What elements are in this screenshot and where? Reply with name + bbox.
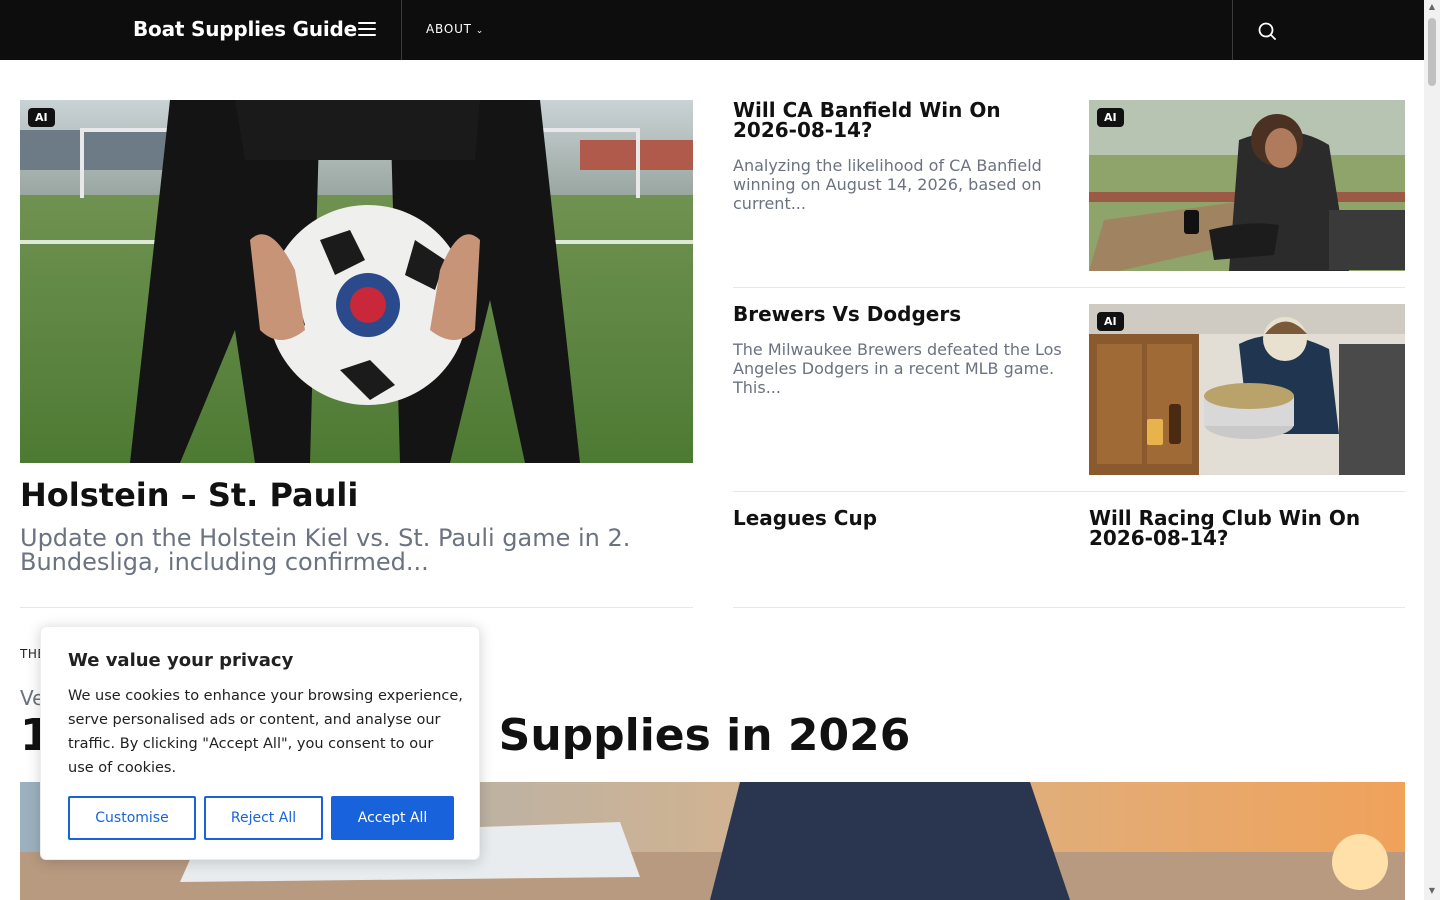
- page-scrollbar[interactable]: [1424, 0, 1440, 900]
- cookie-title: We value your privacy: [68, 650, 294, 671]
- divider: [733, 491, 1405, 492]
- scroll-down-icon[interactable]: ▼: [1427, 886, 1437, 896]
- ai-badge: AI: [28, 108, 55, 127]
- header-divider: [401, 0, 402, 60]
- divider: [20, 607, 693, 608]
- cookie-consent-banner: We value your privacy We use cookies to …: [40, 626, 480, 860]
- article-title-end: Supplies in 2026: [498, 710, 911, 761]
- site-header: Boat Supplies Guide ABOUT ⌄: [0, 0, 1424, 60]
- nav-about-label: ABOUT: [426, 22, 472, 36]
- side-post-excerpt: The Milwaukee Brewers defeated the Los A…: [733, 340, 1062, 397]
- featured-post-excerpt: Update on the Holstein Kiel vs. St. Paul…: [20, 524, 631, 576]
- customise-button[interactable]: Customise: [68, 796, 196, 840]
- side-post-image[interactable]: [1089, 100, 1405, 271]
- featured-post-image[interactable]: [20, 100, 693, 463]
- scroll-up-icon[interactable]: ▲: [1427, 2, 1437, 12]
- nav-about[interactable]: ABOUT ⌄: [426, 22, 484, 36]
- side-post-title[interactable]: Brewers Vs Dodgers: [733, 304, 1063, 324]
- side-post-image[interactable]: [1089, 304, 1405, 475]
- side-post-title[interactable]: Will CA Banfield Win On 2026-08-14?: [733, 100, 1063, 140]
- chevron-down-icon: ⌄: [475, 26, 485, 36]
- side-post-excerpt: Analyzing the likelihood of CA Banfield …: [733, 156, 1042, 213]
- side-post-title[interactable]: Will Racing Club Win On 2026-08-14?: [1089, 508, 1405, 548]
- search-icon[interactable]: [1256, 20, 1278, 42]
- site-brand[interactable]: Boat Supplies Guide: [133, 17, 357, 41]
- side-post-title[interactable]: Leagues Cup: [733, 508, 1063, 528]
- ai-badge: AI: [1097, 312, 1124, 331]
- header-divider: [1232, 0, 1233, 60]
- accept-all-button[interactable]: Accept All: [331, 796, 454, 840]
- ai-badge: AI: [1097, 108, 1124, 127]
- divider: [733, 607, 1405, 608]
- reject-all-button[interactable]: Reject All: [204, 796, 323, 840]
- scrollbar-thumb[interactable]: [1428, 18, 1436, 86]
- hamburger-menu-icon[interactable]: [358, 22, 376, 38]
- cookie-text: We use cookies to enhance your browsing …: [68, 688, 463, 776]
- divider: [733, 287, 1405, 288]
- featured-post-title[interactable]: Holstein – St. Pauli: [20, 476, 358, 514]
